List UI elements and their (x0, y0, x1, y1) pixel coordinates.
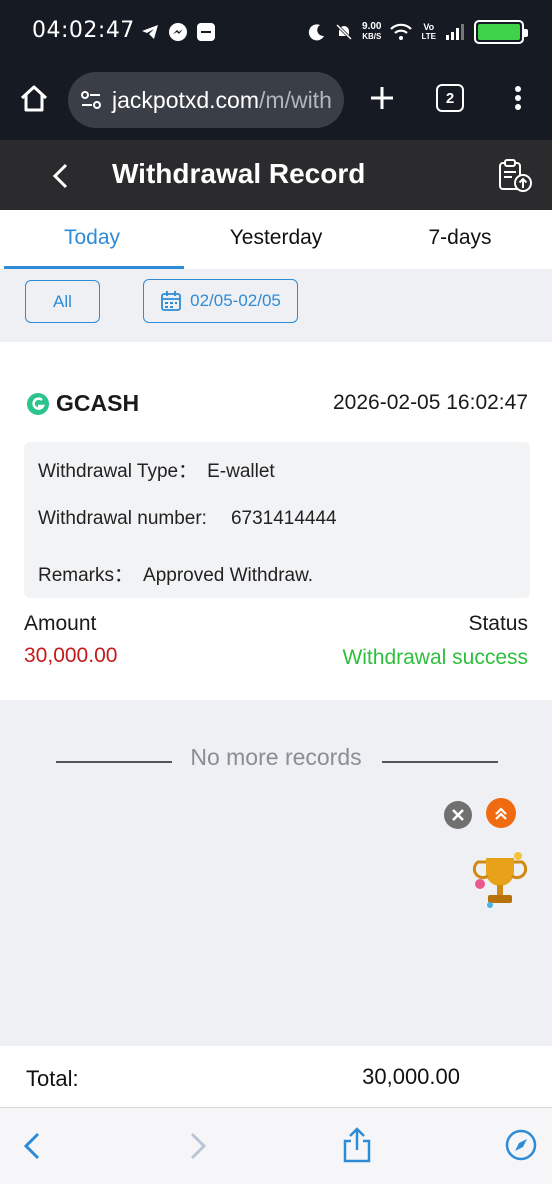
network-speed: 9.00 KB/S (362, 22, 381, 42)
total-value: 30,000.00 (362, 1064, 460, 1089)
withdrawal-type-label: Withdrawal Type： (38, 461, 198, 482)
home-icon[interactable] (18, 82, 50, 114)
url-host: jackpotxd.com (112, 86, 260, 113)
tab-count: 2 (445, 89, 455, 107)
total-label: Total: (26, 1066, 79, 1091)
record-datetime: 2026-02-05 16:02:47 (333, 391, 528, 414)
more-menu-icon[interactable] (506, 82, 530, 114)
status-label: Status (468, 612, 528, 635)
mute-bell-icon (335, 23, 353, 41)
tab-7-days[interactable]: 7-days (368, 210, 552, 269)
filter-bar: All 02/05-02/05 (0, 269, 552, 342)
divider-right (382, 761, 498, 763)
clock: 04:02:47 (32, 18, 135, 43)
address-bar[interactable]: jackpotxd.com/m/with (68, 72, 344, 128)
close-icon (452, 809, 464, 821)
date-tabs: Today Yesterday 7-days (0, 210, 552, 269)
record-details: Withdrawal Type： E-wallet Withdrawal numb… (24, 442, 530, 598)
volte-indicator: Vo LTE (421, 22, 436, 42)
payment-method: GCASH (26, 390, 139, 417)
withdrawal-type-row: Withdrawal Type： E-wallet (38, 456, 275, 483)
withdrawal-record-card[interactable]: GCASH 2026-02-05 16:02:47 Withdrawal Typ… (0, 342, 552, 700)
double-chevron-up-icon (495, 807, 507, 820)
trophy-icon[interactable] (470, 850, 530, 914)
clipboard-upload-icon[interactable] (496, 158, 534, 194)
system-icons: 9.00 KB/S Vo LTE (308, 20, 528, 44)
date-range-label: 02/05-02/05 (190, 291, 281, 310)
tab-yesterday[interactable]: Yesterday (184, 210, 368, 269)
status-value: Withdrawal success (342, 646, 528, 669)
gcash-logo-icon (27, 392, 49, 415)
total-bar: Total: 30,000.00 (0, 1046, 552, 1108)
filter-all-button[interactable]: All (25, 280, 100, 323)
tab-switcher-button[interactable]: 2 (436, 84, 464, 112)
url-path: /m/with (259, 86, 332, 113)
browser-toolbar: jackpotxd.com/m/with 2 (0, 64, 552, 140)
withdrawal-number-value: 6731414444 (230, 508, 337, 529)
remarks-row: Remarks： Approved Withdraw. (38, 560, 313, 587)
page-header: Withdrawal Record (0, 140, 552, 210)
page-title: Withdrawal Record (112, 158, 366, 189)
amount-value: 30,000.00 (24, 644, 118, 667)
volte-top: Vo (423, 22, 435, 32)
amount-label: Amount (24, 612, 97, 635)
signal-icon (446, 24, 464, 40)
date-range-button[interactable]: 02/05-02/05 (143, 279, 298, 323)
compass-icon[interactable] (504, 1128, 538, 1162)
share-icon[interactable] (340, 1126, 374, 1164)
tab-today[interactable]: Today (0, 210, 184, 269)
volte-bottom: LTE (421, 32, 436, 41)
network-speed-value: 9.00 (362, 21, 382, 32)
site-settings-icon[interactable] (80, 89, 102, 111)
battery-icon (474, 20, 528, 44)
filter-all-label: All (53, 291, 72, 311)
withdrawal-type-value: E-wallet (207, 461, 275, 482)
moon-icon (308, 24, 325, 41)
status-bar: 04:02:47 9.00 KB/S Vo LTE (0, 0, 552, 64)
remarks-value: Approved Withdraw. (143, 565, 314, 586)
calendar-icon (161, 291, 182, 311)
app-notification-icon (197, 23, 215, 41)
wifi-icon (390, 23, 413, 40)
messenger-icon (169, 23, 187, 41)
network-speed-unit: KB/S (362, 32, 382, 41)
telegram-icon (142, 25, 158, 39)
remarks-label: Remarks： (38, 565, 134, 586)
new-tab-icon[interactable] (366, 82, 398, 114)
forward-icon[interactable] (184, 1130, 212, 1162)
payment-method-name: GCASH (56, 390, 140, 416)
url-text: jackpotxd.com/m/with (112, 87, 332, 114)
notification-icons (140, 22, 216, 42)
withdrawal-number-row: Withdrawal number: 6731414444 (38, 508, 337, 530)
back-icon[interactable] (18, 1130, 46, 1162)
battery-tip (524, 29, 528, 37)
battery-level (478, 24, 520, 40)
browser-bottom-nav (0, 1108, 552, 1184)
scroll-top-button[interactable] (486, 798, 516, 828)
close-float-button[interactable] (444, 801, 472, 829)
withdrawal-number-label: Withdrawal number: (38, 508, 207, 529)
back-arrow-icon[interactable] (48, 162, 72, 190)
no-more-records: No more records (190, 744, 362, 770)
